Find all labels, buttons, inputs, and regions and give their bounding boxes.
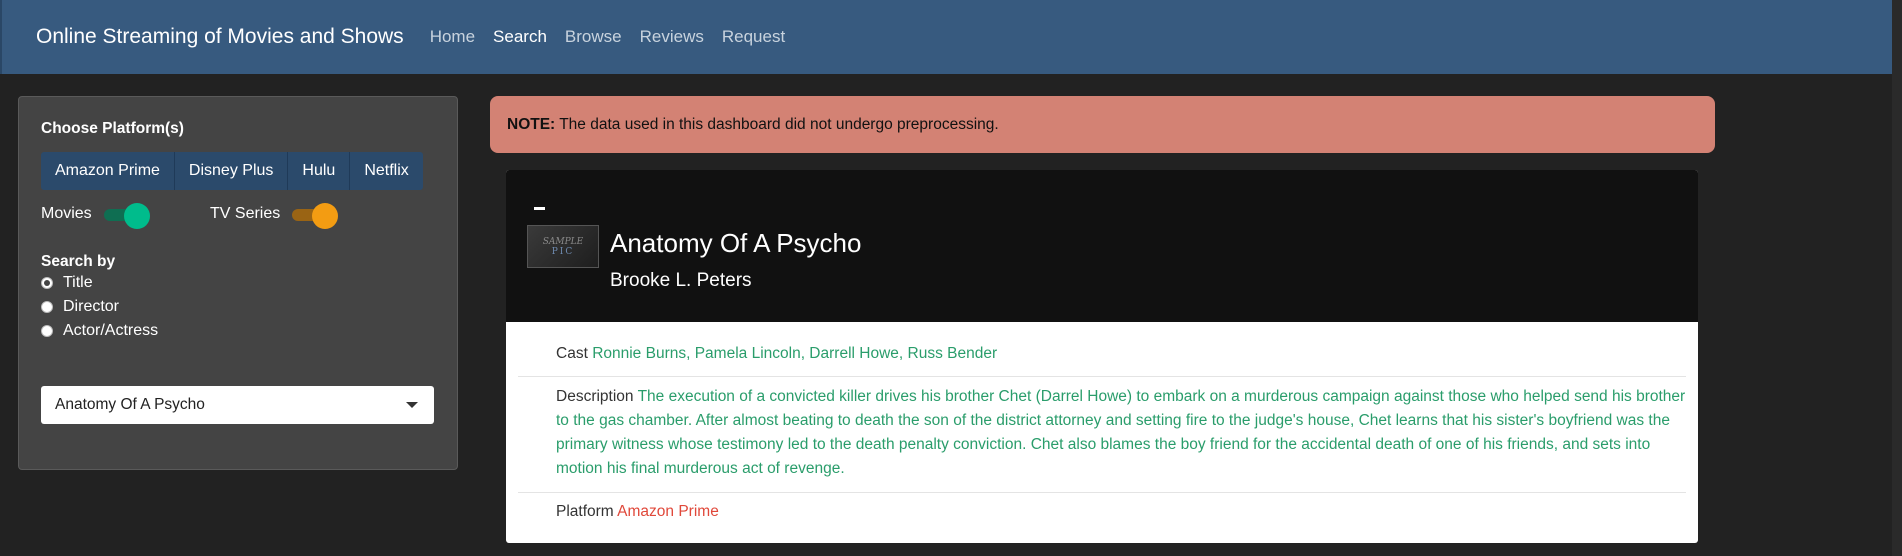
chevron-down-icon[interactable]	[406, 402, 418, 408]
nav-search[interactable]: Search	[493, 27, 547, 47]
page-scrollbar[interactable]	[1892, 0, 1902, 556]
search-by-heading: Search by	[41, 253, 116, 270]
description-label: Description	[556, 388, 634, 405]
radio-actor-label: Actor/Actress	[63, 322, 159, 339]
platform-button-hulu[interactable]: Hulu	[288, 152, 351, 190]
title-select-value: Anatomy Of A Psycho	[55, 396, 205, 413]
movies-toggle-row: Movies	[41, 203, 150, 229]
cast-row: Cast Ronnie Burns, Pamela Lincoln, Darre…	[518, 342, 1686, 377]
platform-label: Platform	[556, 503, 614, 520]
search-option-actor[interactable]: Actor/Actress	[41, 322, 158, 340]
movie-result-card: SAMPLE PIC Anatomy Of A Psycho Brooke L.…	[506, 170, 1698, 543]
tv-series-toggle-switch[interactable]	[292, 203, 339, 229]
cast-label: Cast	[556, 345, 588, 362]
nav-reviews[interactable]: Reviews	[640, 27, 704, 47]
platform-button-group: Amazon Prime Disney Plus Hulu Netflix	[41, 152, 423, 190]
thumbnail-text-top: SAMPLE	[542, 236, 584, 247]
movie-card-header: SAMPLE PIC Anatomy Of A Psycho Brooke L.…	[506, 170, 1698, 322]
nav-home[interactable]: Home	[430, 27, 475, 47]
movie-title: Anatomy Of A Psycho	[610, 228, 862, 258]
title-select-dropdown[interactable]: Anatomy Of A Psycho	[41, 386, 434, 424]
platform-value: Amazon Prime	[617, 503, 719, 520]
platform-heading: Choose Platform(s)	[41, 120, 184, 137]
note-alert: NOTE: The data used in this dashboard di…	[490, 96, 1715, 153]
collapse-icon[interactable]	[534, 207, 545, 210]
platform-button-netflix[interactable]: Netflix	[350, 152, 423, 190]
filter-sidebar: Choose Platform(s) Amazon Prime Disney P…	[18, 96, 458, 470]
thumbnail-text-bottom: PIC	[551, 246, 575, 257]
note-alert-text: The data used in this dashboard did not …	[559, 115, 999, 133]
movie-thumbnail: SAMPLE PIC	[527, 225, 599, 268]
note-alert-label: NOTE:	[507, 115, 556, 133]
tv-series-toggle-label: TV Series	[210, 205, 281, 222]
tv-series-toggle-knob	[312, 203, 339, 229]
platform-row: Platform Amazon Prime	[518, 500, 1686, 530]
radio-title-label: Title	[63, 274, 93, 291]
radio-actor[interactable]	[41, 325, 53, 337]
platform-button-disney-plus[interactable]: Disney Plus	[174, 152, 289, 190]
nav-request[interactable]: Request	[722, 27, 785, 47]
radio-title[interactable]	[41, 277, 53, 289]
movie-director: Brooke L. Peters	[610, 270, 752, 291]
top-navbar: Online Streaming of Movies and Shows Hom…	[0, 0, 1902, 74]
search-option-title[interactable]: Title	[41, 274, 93, 292]
search-option-director[interactable]: Director	[41, 298, 119, 316]
description-value: The execution of a convicted killer driv…	[556, 388, 1686, 477]
radio-director[interactable]	[41, 301, 53, 313]
movies-toggle-knob	[123, 203, 150, 229]
tv-series-toggle-row: TV Series	[210, 203, 339, 229]
platform-button-amazon-prime[interactable]: Amazon Prime	[41, 152, 175, 190]
cast-value: Ronnie Burns, Pamela Lincoln, Darrell Ho…	[592, 345, 998, 362]
app-brand[interactable]: Online Streaming of Movies and Shows	[36, 25, 404, 49]
movies-toggle-switch[interactable]	[103, 203, 150, 229]
nav-browse[interactable]: Browse	[565, 27, 622, 47]
description-row: Description The execution of a convicted…	[518, 385, 1686, 493]
radio-director-label: Director	[63, 298, 120, 315]
movies-toggle-label: Movies	[41, 205, 92, 222]
